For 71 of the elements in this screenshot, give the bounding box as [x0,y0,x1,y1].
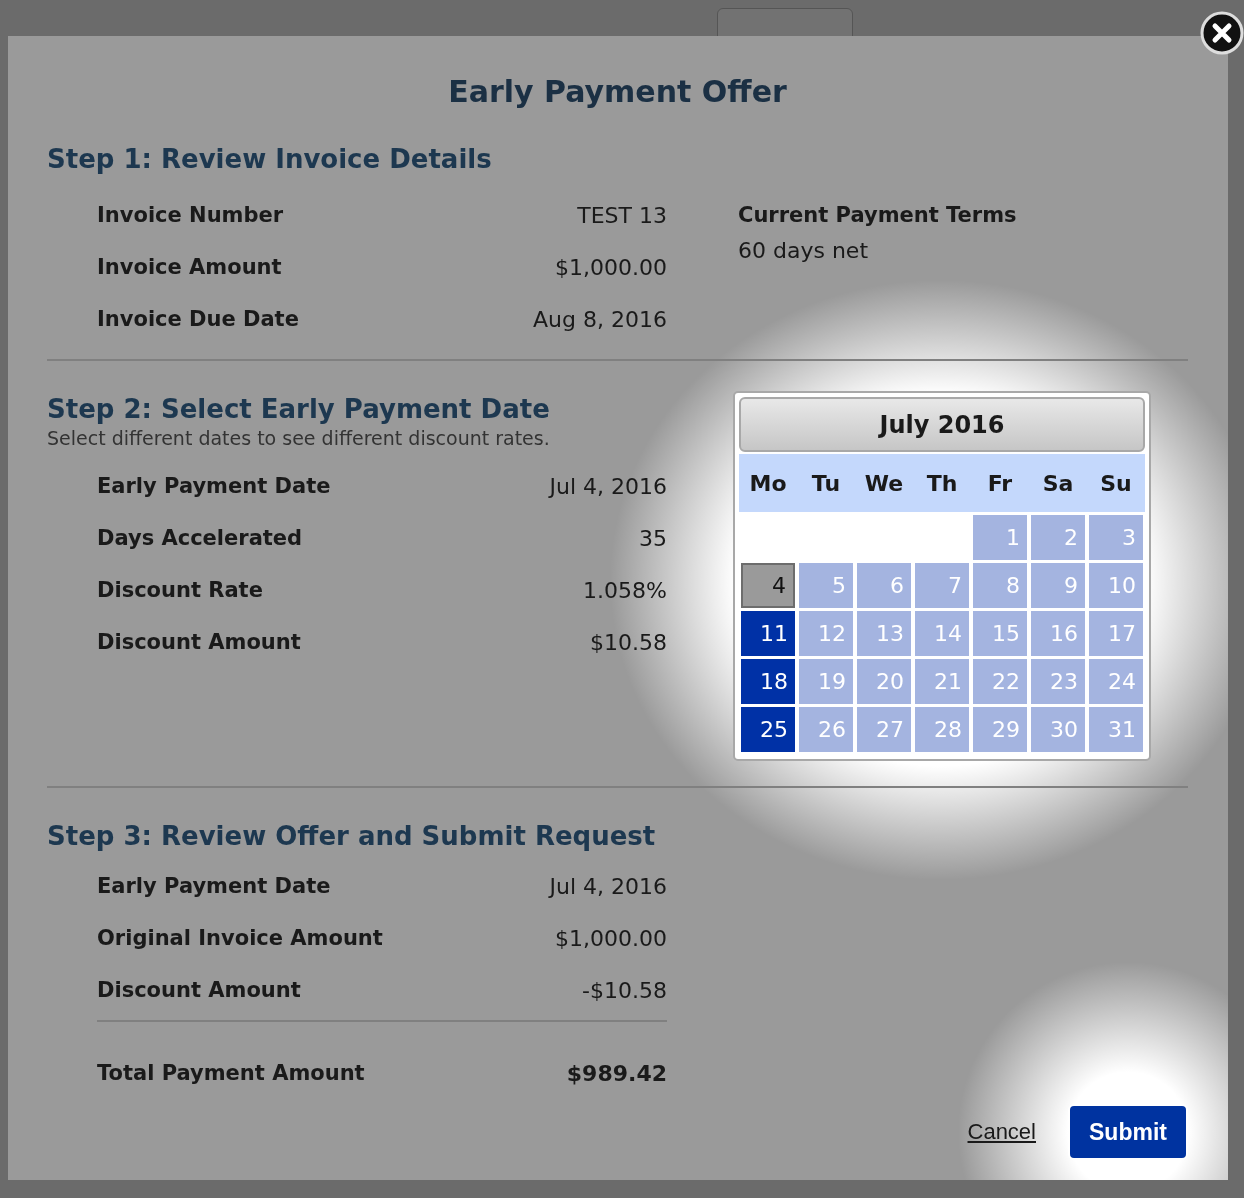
calendar-day[interactable]: 8 [973,563,1027,608]
calendar-day[interactable]: 9 [1031,563,1085,608]
weekday-label: We [863,470,905,496]
field-value: $1,000.00 [555,254,667,280]
total-value: $989.42 [566,1060,667,1086]
calendar-day[interactable]: 15 [973,611,1027,656]
calendar-day[interactable]: 21 [915,659,969,704]
month-title: July 2016 [739,397,1145,452]
field-value: $10.58 [590,629,667,655]
calendar-day[interactable]: 24 [1089,659,1143,704]
field-label: Discount Rate [97,578,263,602]
calendar-day[interactable]: 16 [1031,611,1085,656]
field-value: TEST 13 [577,202,667,228]
dialog-title: Early Payment Offer [447,73,788,111]
calendar-day[interactable]: 12 [799,611,853,656]
calendar-day[interactable]: 1 [973,515,1027,560]
field-value: Jul 4, 2016 [549,473,667,499]
weekday-label: Th [925,470,959,496]
calendar-day[interactable]: 14 [915,611,969,656]
calendar-day[interactable]: 29 [973,707,1027,752]
field-label: Discount Amount [97,630,301,654]
calendar-day[interactable]: 7 [915,563,969,608]
weekday-label: Tu [810,470,842,496]
calendar-day: 18 [741,659,795,704]
field-label: Invoice Due Date [97,307,299,331]
weekday-label: Sa [1041,470,1075,496]
calendar-day[interactable]: 10 [1089,563,1143,608]
cancel-link[interactable]: Cancel [967,1119,1036,1145]
field-label: Days Accelerated [97,526,303,550]
calendar-day[interactable]: 17 [1089,611,1143,656]
field-value: -$10.58 [582,977,667,1003]
weekday-label: Su [1099,470,1133,496]
close-icon[interactable] [1200,11,1244,55]
step-heading: Step 3: Review Offer and Submit Request [47,820,657,853]
step-heading: Step 2: Select Early Payment Date [47,393,551,426]
weekday-label: Mo [748,470,788,496]
field-label: Invoice Number [97,203,284,227]
field-value: Aug 8, 2016 [533,306,667,332]
calendar-day: 11 [741,611,795,656]
calendar-day[interactable]: 4 [741,563,795,608]
calendar-day: 25 [741,707,795,752]
hint-text: Select different dates to see different discount rates. [47,427,551,449]
field-label: Invoice Amount [97,255,282,279]
calendar-day[interactable]: 23 [1031,659,1085,704]
field-label: Early Payment Date [97,874,331,898]
calendar-day[interactable]: 22 [973,659,1027,704]
calendar-day[interactable]: 6 [857,563,911,608]
field-label: Current Payment Terms [738,202,1017,229]
step-heading: Step 1: Review Invoice Details [47,143,493,176]
field-label: Original Invoice Amount [97,926,383,950]
field-label: Early Payment Date [97,474,331,498]
calendar-day[interactable]: 3 [1089,515,1143,560]
submit-button[interactable]: Submit [1068,1104,1188,1160]
field-value: 60 days net [738,241,869,261]
calendar-day[interactable]: 2 [1031,515,1085,560]
calendar-day[interactable]: 26 [799,707,853,752]
calendar-day[interactable]: 28 [915,707,969,752]
calendar-day[interactable]: 5 [799,563,853,608]
field-value: Jul 4, 2016 [549,873,667,899]
field-value: 1.058% [583,577,667,603]
calendar-day[interactable]: 27 [857,707,911,752]
total-label: Total Payment Amount [97,1061,365,1085]
calendar-day[interactable]: 13 [857,611,911,656]
calendar-day[interactable]: 20 [857,659,911,704]
field-value: $1,000.00 [555,925,667,951]
field-label: Discount Amount [97,978,301,1002]
field-value: 35 [639,525,667,551]
calendar-day[interactable]: 19 [799,659,853,704]
calendar-day[interactable]: 31 [1089,707,1143,752]
calendar-day[interactable]: 30 [1031,707,1085,752]
weekday-label: Fr [986,470,1014,496]
